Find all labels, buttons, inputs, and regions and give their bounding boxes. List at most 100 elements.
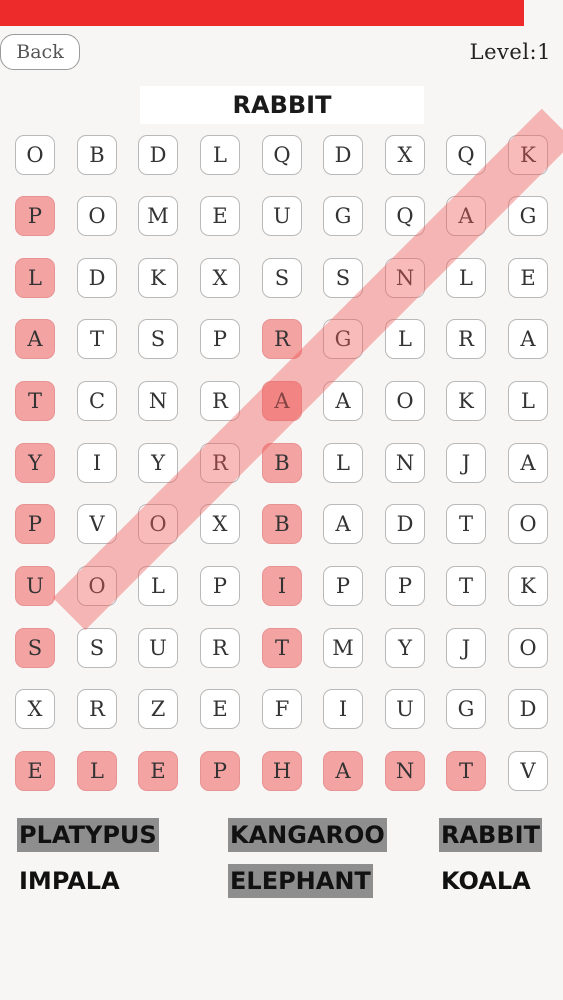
grid-cell[interactable]: B [262,504,302,544]
grid-cell[interactable]: I [262,566,302,606]
grid-cell[interactable]: X [385,135,425,175]
grid-cell[interactable]: T [77,319,117,359]
grid-cell[interactable]: A [15,319,55,359]
grid-cell[interactable]: A [446,196,486,236]
grid-cell[interactable]: G [323,196,363,236]
grid-cell[interactable]: T [446,751,486,791]
grid-cell[interactable]: L [446,258,486,298]
grid-cell[interactable]: D [508,689,548,729]
grid-cell[interactable]: M [138,196,178,236]
grid-cell[interactable]: P [15,504,55,544]
grid-cell[interactable]: P [200,319,240,359]
grid-cell[interactable]: T [446,504,486,544]
grid-cell[interactable]: L [77,751,117,791]
grid-cell[interactable]: B [262,443,302,483]
grid-cell[interactable]: E [508,258,548,298]
grid-cell[interactable]: P [200,751,240,791]
grid-cell[interactable]: R [446,319,486,359]
grid-cell[interactable]: A [323,504,363,544]
grid-cell[interactable]: G [508,196,548,236]
grid-cell[interactable]: O [385,381,425,421]
grid-cell[interactable]: K [508,566,548,606]
grid-cell[interactable]: S [323,258,363,298]
grid-cell[interactable]: Y [138,443,178,483]
grid-cell[interactable]: E [200,196,240,236]
grid-cell[interactable]: E [138,751,178,791]
grid-cell[interactable]: P [15,196,55,236]
grid-cell[interactable]: L [385,319,425,359]
grid-cell[interactable]: Q [262,135,302,175]
grid-cell[interactable]: O [138,504,178,544]
grid-cell[interactable]: T [15,381,55,421]
grid-cell[interactable]: A [508,319,548,359]
grid-cell[interactable]: R [200,381,240,421]
grid-cell[interactable]: A [508,443,548,483]
grid-cell[interactable]: G [323,319,363,359]
grid-cell[interactable]: U [385,689,425,729]
grid-cell[interactable]: G [446,689,486,729]
grid-cell[interactable]: S [77,628,117,668]
grid-cell[interactable]: L [15,258,55,298]
grid-cell[interactable]: E [200,689,240,729]
grid-cell[interactable]: H [262,751,302,791]
grid-cell[interactable]: C [77,381,117,421]
grid-cell[interactable]: R [200,628,240,668]
grid-cell[interactable]: O [508,628,548,668]
grid-cell[interactable]: N [385,751,425,791]
grid-cell[interactable]: R [200,443,240,483]
grid-cell[interactable]: Y [385,628,425,668]
grid-cell[interactable]: X [15,689,55,729]
grid-cell[interactable]: S [138,319,178,359]
grid-cell[interactable]: D [323,135,363,175]
grid-cell[interactable]: S [15,628,55,668]
grid-cell[interactable]: N [138,381,178,421]
grid-cell[interactable]: L [138,566,178,606]
grid-cell[interactable]: J [446,628,486,668]
grid-cell[interactable]: D [77,258,117,298]
grid-cell[interactable]: X [200,504,240,544]
grid-cell[interactable]: A [323,381,363,421]
grid-cell[interactable]: L [200,135,240,175]
grid-cell[interactable]: A [262,381,302,421]
grid-cell[interactable]: V [508,751,548,791]
grid-cell[interactable]: Q [446,135,486,175]
grid-cell[interactable]: U [15,566,55,606]
grid-cell[interactable]: M [323,628,363,668]
grid-cell[interactable]: K [138,258,178,298]
grid-cell[interactable]: B [77,135,117,175]
grid-cell[interactable]: O [77,566,117,606]
grid-cell[interactable]: P [385,566,425,606]
grid-cell[interactable]: P [323,566,363,606]
grid-cell[interactable]: T [446,566,486,606]
grid-cell[interactable]: O [15,135,55,175]
grid-cell[interactable]: I [77,443,117,483]
grid-cell[interactable]: I [323,689,363,729]
grid-cell[interactable]: F [262,689,302,729]
grid-cell[interactable]: J [446,443,486,483]
grid-cell[interactable]: Z [138,689,178,729]
grid-cell[interactable]: K [446,381,486,421]
grid-cell[interactable]: R [262,319,302,359]
grid-cell[interactable]: Q [385,196,425,236]
grid-cell[interactable]: D [138,135,178,175]
grid-cell[interactable]: L [323,443,363,483]
grid-cell[interactable]: L [508,381,548,421]
grid-cell[interactable]: U [262,196,302,236]
grid-cell[interactable]: T [262,628,302,668]
grid-cell[interactable]: S [262,258,302,298]
letter-grid[interactable]: OBDLQDXQKPOMEUGQAGLDKXSSNLEATSPRGLRATCNR… [0,0,563,800]
grid-cell[interactable]: P [200,566,240,606]
grid-cell[interactable]: R [77,689,117,729]
grid-cell[interactable]: O [77,196,117,236]
grid-cell[interactable]: X [200,258,240,298]
grid-cell[interactable]: A [323,751,363,791]
grid-cell[interactable]: D [385,504,425,544]
grid-cell[interactable]: O [508,504,548,544]
grid-cell[interactable]: V [77,504,117,544]
grid-cell[interactable]: U [138,628,178,668]
grid-cell[interactable]: E [15,751,55,791]
grid-cell[interactable]: N [385,443,425,483]
grid-cell[interactable]: K [508,135,548,175]
grid-cell[interactable]: N [385,258,425,298]
grid-cell[interactable]: Y [15,443,55,483]
